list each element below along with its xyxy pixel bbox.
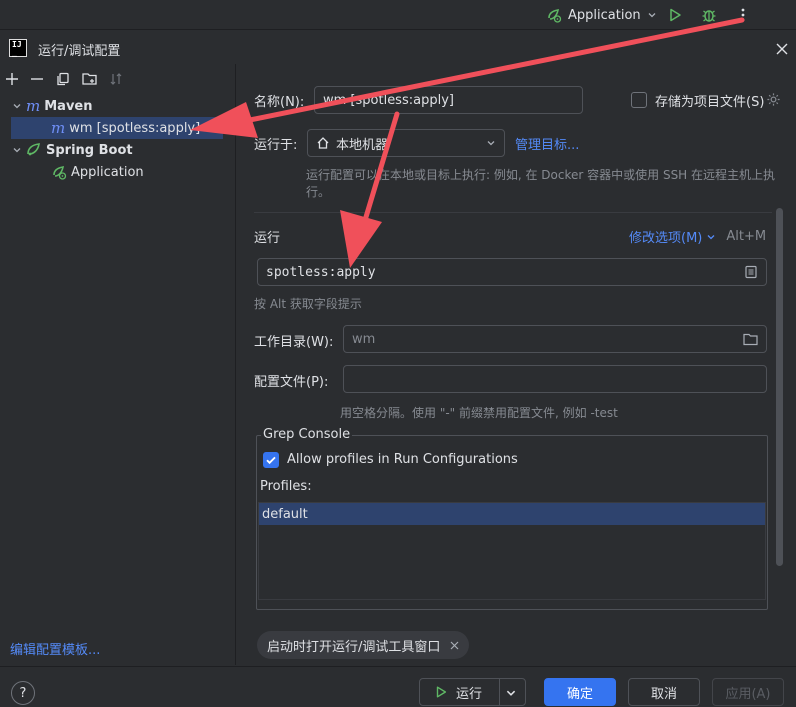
ok-button[interactable]: 确定 bbox=[544, 678, 616, 706]
gear-icon bbox=[766, 92, 781, 107]
tree-group-label: Spring Boot bbox=[46, 142, 133, 158]
intellij-logo-icon: IJ _ bbox=[9, 39, 27, 57]
tree-item-application[interactable]: Application bbox=[51, 161, 236, 183]
maven-icon: m bbox=[26, 97, 41, 115]
add-config-button[interactable] bbox=[2, 69, 22, 89]
edit-templates-link[interactable]: 编辑配置模板... bbox=[10, 639, 100, 658]
sort-icon bbox=[109, 72, 123, 86]
debug-button-top[interactable] bbox=[697, 3, 721, 27]
grep-console-legend: Grep Console bbox=[261, 427, 353, 442]
help-icon: ? bbox=[19, 685, 27, 701]
chip-label: 启动时打开运行/调试工具窗口 bbox=[267, 639, 441, 655]
copy-config-button[interactable] bbox=[53, 69, 73, 89]
folder-add-icon bbox=[82, 72, 98, 86]
name-input[interactable]: wm [spotless:apply] bbox=[314, 86, 583, 114]
run-button-top[interactable] bbox=[663, 3, 687, 27]
chevron-down-icon bbox=[12, 101, 22, 111]
tree-item-wm-spotless[interactable]: m wm [spotless:apply] bbox=[11, 117, 223, 139]
store-as-file-label: 存储为项目文件(S) bbox=[655, 95, 765, 110]
play-icon bbox=[434, 685, 448, 699]
name-label: 名称(N): bbox=[254, 95, 305, 110]
settings-gear-button[interactable] bbox=[766, 92, 781, 107]
alt-hint: 按 Alt 获取字段提示 bbox=[254, 297, 362, 311]
chevron-down-icon bbox=[486, 138, 496, 148]
bug-icon bbox=[701, 7, 717, 23]
plus-icon bbox=[5, 72, 19, 86]
profiles-file-input[interactable] bbox=[343, 365, 767, 393]
dialog-title: 运行/调试配置 bbox=[38, 44, 121, 59]
run-on-value: 本地机器 bbox=[336, 137, 389, 153]
sort-configs-button[interactable] bbox=[106, 69, 126, 89]
store-as-file-checkbox[interactable] bbox=[631, 92, 647, 108]
cancel-button[interactable]: 取消 bbox=[628, 678, 700, 706]
tree-group-maven[interactable]: m Maven bbox=[12, 95, 236, 117]
run-button-label: 运行 bbox=[456, 686, 483, 702]
chevron-down-icon bbox=[647, 10, 657, 20]
divider bbox=[254, 212, 772, 213]
chevron-down-icon bbox=[706, 232, 716, 242]
maven-icon: m bbox=[51, 119, 66, 137]
run-section-title: 运行 bbox=[254, 231, 281, 246]
chevron-down-icon bbox=[505, 687, 517, 699]
vertical-scrollbar[interactable] bbox=[776, 208, 783, 566]
checkmark-icon bbox=[265, 454, 277, 466]
profiles-list[interactable]: default bbox=[258, 502, 766, 600]
allow-profiles-checkbox[interactable] bbox=[263, 452, 279, 468]
springboot-run-icon bbox=[546, 7, 562, 23]
close-icon bbox=[775, 42, 789, 56]
manage-targets-link[interactable]: 管理目标... bbox=[515, 134, 579, 153]
apply-button[interactable]: 应用(A) bbox=[712, 678, 784, 706]
minus-icon bbox=[30, 72, 44, 86]
run-on-label: 运行于: bbox=[254, 138, 298, 153]
command-line-input[interactable]: spotless:apply bbox=[257, 258, 767, 286]
list-item[interactable]: default bbox=[259, 503, 765, 525]
open-tool-window-chip[interactable]: 启动时打开运行/调试工具窗口 bbox=[257, 631, 470, 659]
modify-options-shortcut: Alt+M bbox=[726, 229, 767, 244]
tree-item-label: Application bbox=[71, 164, 144, 180]
allow-profiles-label: Allow profiles in Run Configurations bbox=[287, 452, 518, 467]
home-icon bbox=[316, 136, 330, 150]
play-icon bbox=[667, 7, 683, 23]
profiles-file-label: 配置文件(P): bbox=[254, 375, 329, 390]
close-dialog-button[interactable] bbox=[772, 39, 792, 59]
tree-group-springboot[interactable]: Spring Boot bbox=[12, 139, 236, 161]
folder-icon[interactable] bbox=[743, 333, 758, 346]
run-on-select[interactable]: 本地机器 bbox=[307, 129, 505, 157]
run-on-hint: 运行配置可以在本地或目标上执行: 例如, 在 Docker 容器中或使用 SSH… bbox=[306, 168, 776, 199]
springboot-icon bbox=[26, 142, 42, 158]
vertical-dots-icon bbox=[735, 7, 751, 23]
close-icon[interactable] bbox=[450, 641, 459, 650]
chevron-down-icon bbox=[12, 145, 22, 155]
profile-name: default bbox=[262, 506, 308, 522]
name-input-value: wm [spotless:apply] bbox=[323, 92, 454, 108]
tree-item-label: wm [spotless:apply] bbox=[69, 120, 201, 136]
move-to-folder-button[interactable] bbox=[80, 69, 100, 89]
springboot-run-icon bbox=[51, 164, 67, 180]
remove-config-button[interactable] bbox=[27, 69, 47, 89]
command-line-value: spotless:apply bbox=[266, 264, 376, 280]
more-options-button[interactable] bbox=[731, 3, 755, 27]
workdir-value: wm bbox=[352, 331, 376, 347]
modify-options-label: 修改选项(M) bbox=[629, 231, 703, 246]
profiles-hint: 用空格分隔。使用 "-" 前缀禁用配置文件, 例如 -test bbox=[340, 406, 618, 420]
tree-group-label: Maven bbox=[44, 98, 93, 114]
modify-options-link[interactable]: 修改选项(M) Alt+M bbox=[629, 227, 766, 246]
copy-icon bbox=[56, 72, 70, 86]
workdir-input[interactable]: wm bbox=[343, 325, 767, 353]
divider bbox=[499, 679, 500, 705]
workdir-label: 工作目录(W): bbox=[254, 335, 334, 350]
expand-text-icon[interactable] bbox=[744, 265, 758, 279]
run-dropdown-button[interactable] bbox=[505, 687, 517, 699]
run-config-label: Application bbox=[568, 7, 641, 23]
help-button[interactable]: ? bbox=[11, 681, 35, 705]
run-config-selector[interactable]: Application bbox=[540, 3, 663, 27]
profiles-list-label: Profiles: bbox=[260, 479, 312, 494]
